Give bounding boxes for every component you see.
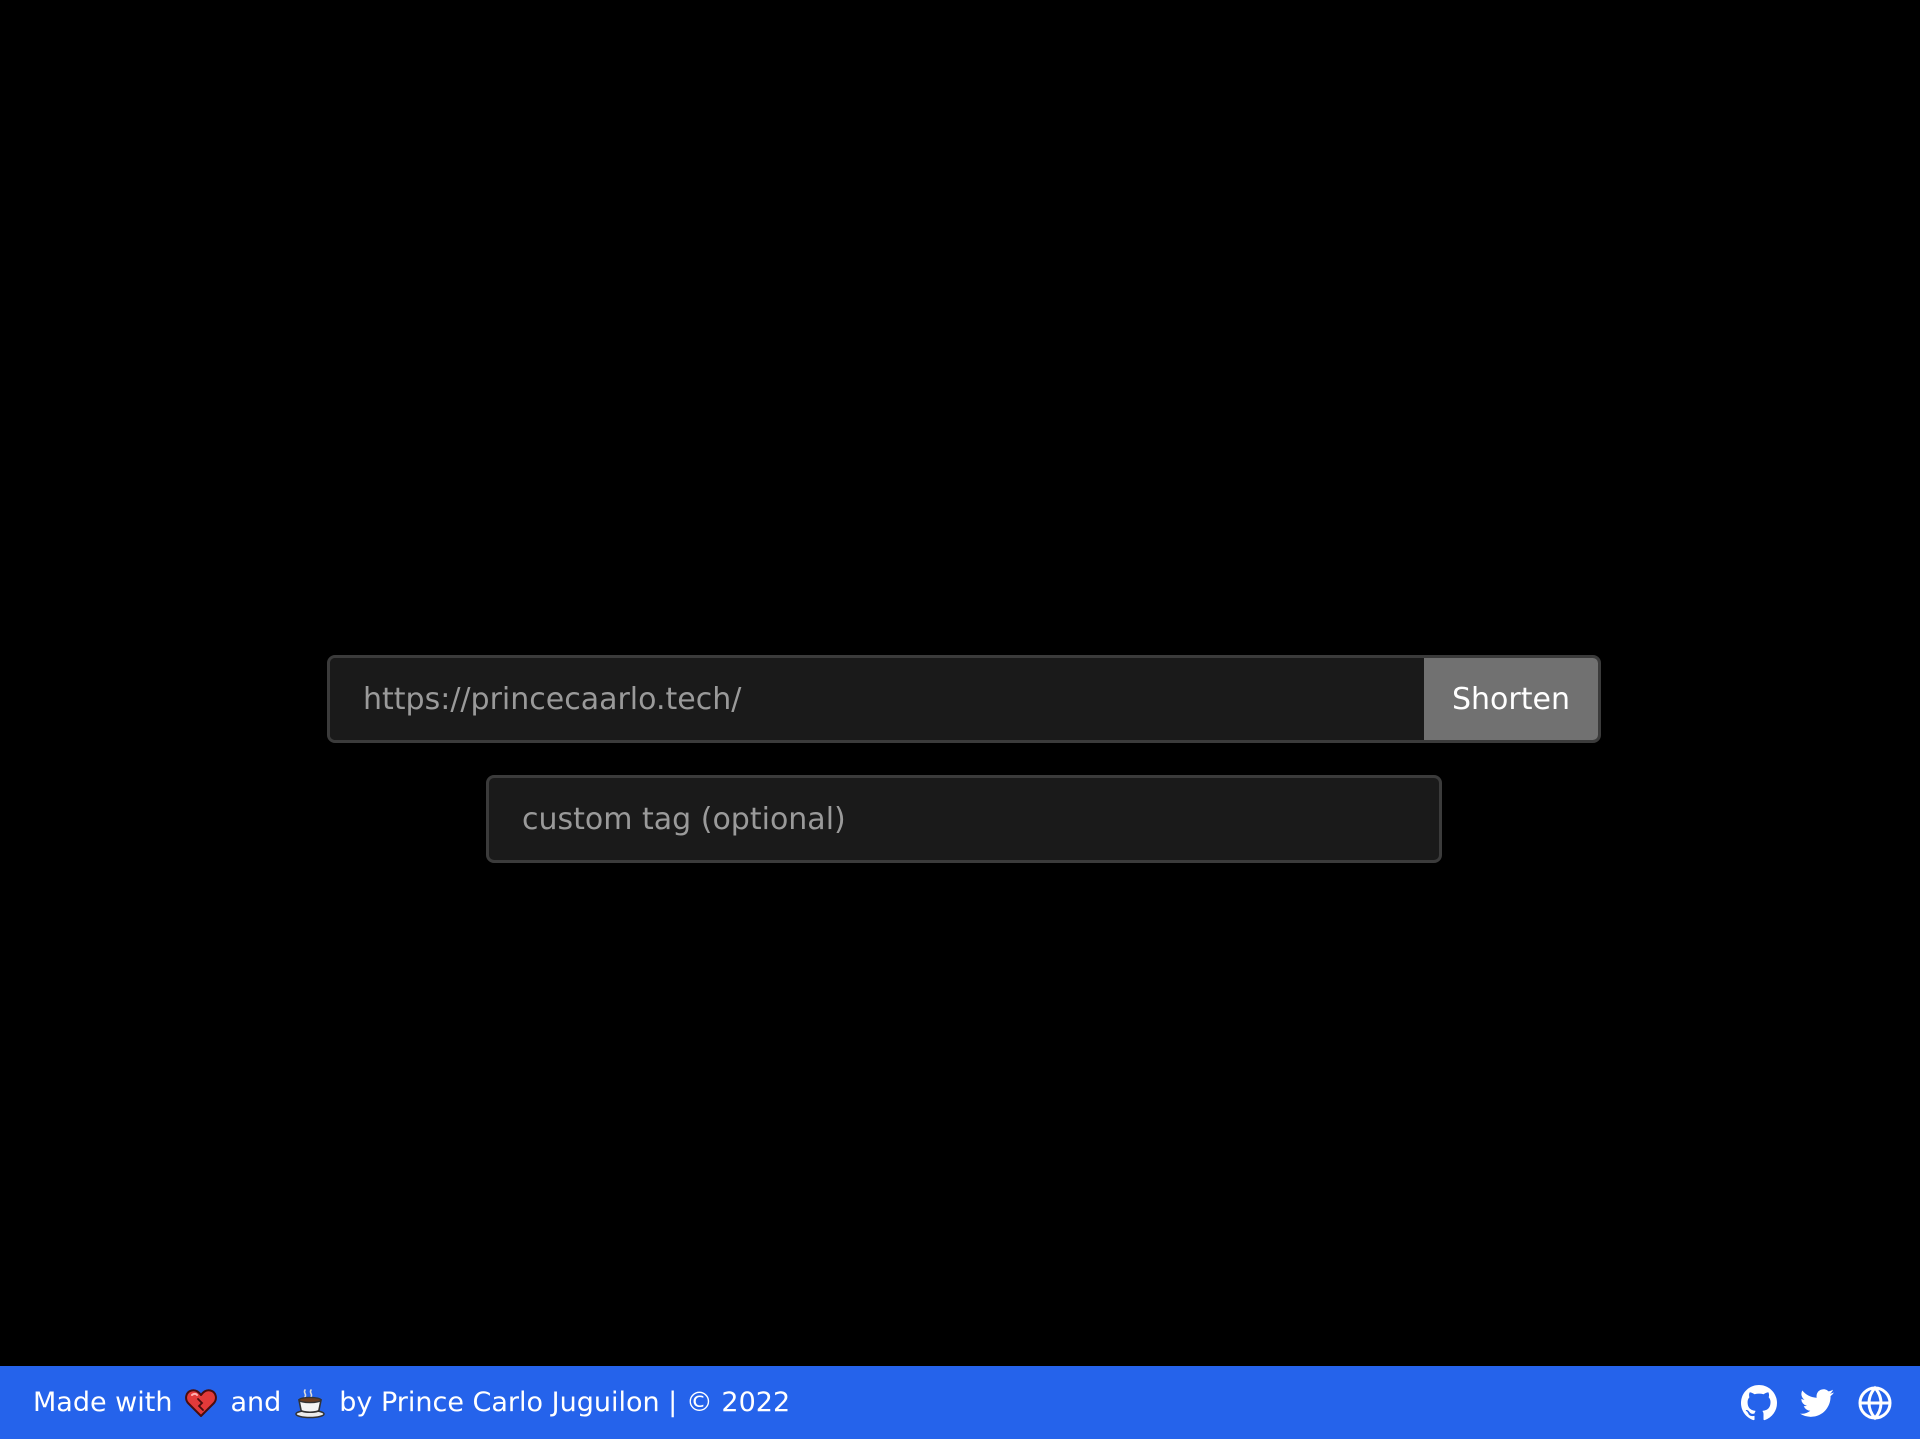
url-input[interactable] bbox=[330, 658, 1424, 740]
social-links bbox=[1740, 1384, 1894, 1422]
twitter-icon[interactable] bbox=[1798, 1384, 1836, 1422]
footer-credits: Made with and by Prince Carlo Juguilon |… bbox=[33, 1387, 790, 1419]
page: Shorten Made with and bbox=[0, 0, 1920, 1439]
made-with-text: Made with bbox=[33, 1387, 173, 1418]
heart-icon bbox=[185, 1387, 218, 1419]
shorten-button[interactable]: Shorten bbox=[1424, 658, 1598, 740]
footer: Made with and by Prince Carlo Juguilon |… bbox=[0, 1366, 1920, 1439]
byline-text: by Prince Carlo Juguilon | © 2022 bbox=[339, 1387, 791, 1418]
custom-tag-input[interactable] bbox=[486, 775, 1442, 863]
and-text: and bbox=[230, 1387, 282, 1418]
coffee-icon bbox=[294, 1387, 326, 1419]
url-shortener-form: Shorten bbox=[327, 655, 1601, 743]
github-icon[interactable] bbox=[1740, 1384, 1778, 1422]
globe-icon[interactable] bbox=[1856, 1384, 1894, 1422]
